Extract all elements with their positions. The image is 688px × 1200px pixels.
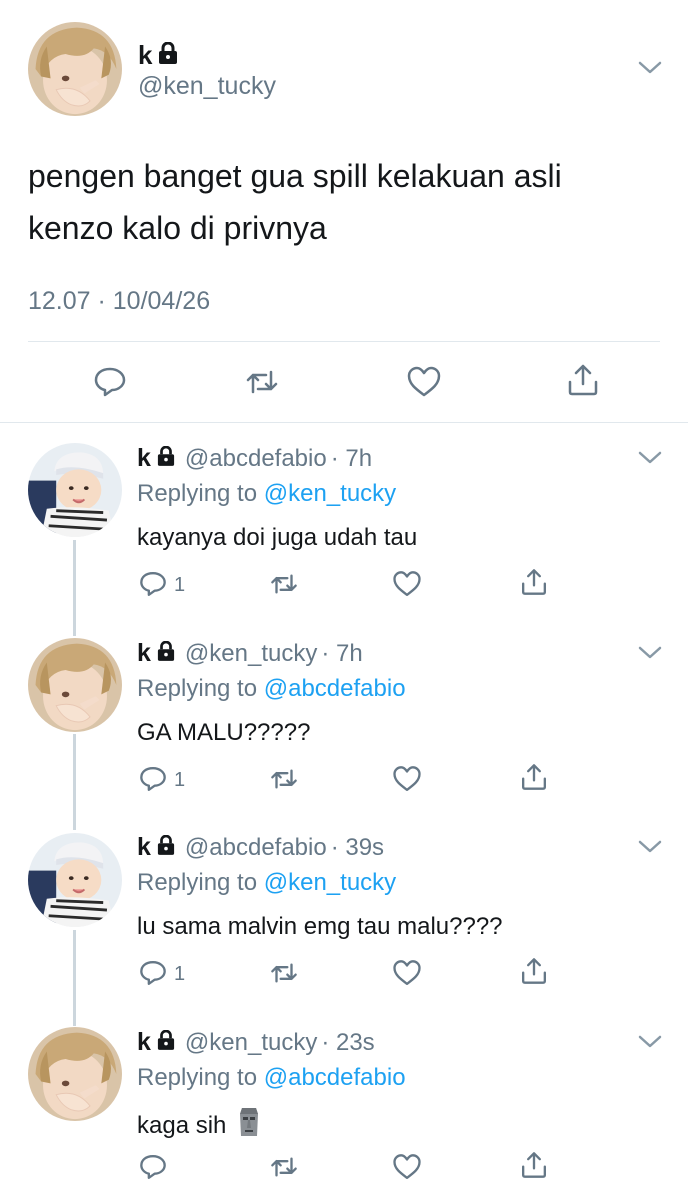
share-icon[interactable] (519, 567, 549, 597)
reply-icon[interactable] (138, 1152, 168, 1182)
like-icon[interactable] (406, 364, 442, 400)
share-icon[interactable] (519, 956, 549, 986)
reply-time: · 39s (330, 833, 385, 861)
lock-icon (157, 445, 175, 473)
reply-count: 1 (174, 769, 186, 791)
chevron-down-icon[interactable] (637, 1034, 663, 1050)
retweet-icon[interactable] (269, 1152, 299, 1182)
chevron-down-icon[interactable] (637, 645, 663, 661)
lock-icon (157, 1029, 175, 1057)
reply-author-name[interactable]: k (137, 639, 151, 668)
retweet-icon[interactable] (269, 958, 299, 988)
replying-to: Replying to @abcdefabio (137, 675, 406, 703)
moai-emoji (236, 1106, 262, 1145)
replying-to-label: Replying to (137, 869, 258, 896)
blonde-avatar[interactable] (28, 1027, 122, 1121)
chevron-down-icon[interactable] (637, 839, 663, 855)
thread-line (73, 734, 76, 830)
like-icon[interactable] (392, 1152, 422, 1182)
reply-author-name[interactable]: k (137, 1028, 151, 1057)
reply-author-name[interactable]: k (137, 444, 151, 473)
reply-text-content: kaga sih (137, 1111, 227, 1139)
replying-to-link[interactable]: @abcdefabio (264, 675, 406, 702)
replying-to: Replying to @ken_tucky (137, 480, 396, 508)
reply-author-handle[interactable]: @ken_tucky (185, 640, 317, 668)
like-icon[interactable] (392, 958, 422, 988)
reply-time: · 23s (321, 1028, 375, 1056)
reply-icon[interactable] (138, 958, 168, 988)
reply-author-handle[interactable]: @abcdefabio (185, 445, 327, 473)
divider (28, 341, 660, 342)
tweet-text-line: kenzo kalo di privnya (28, 210, 327, 246)
reply-header: k @ken_tucky · 23s (137, 1028, 375, 1057)
divider (0, 422, 688, 423)
replying-to-label: Replying to (137, 1064, 258, 1091)
replying-to: Replying to @abcdefabio (137, 1064, 406, 1092)
replying-to-link[interactable]: @ken_tucky (264, 480, 396, 507)
replying-to-link[interactable]: @ken_tucky (264, 869, 396, 896)
reply-icon[interactable] (138, 569, 168, 599)
author-avatar[interactable] (28, 22, 122, 116)
chevron-down-icon[interactable] (637, 60, 663, 76)
tweet-timestamp[interactable]: 12.07 · 10/04/26 (28, 287, 210, 316)
share-icon[interactable] (565, 362, 601, 398)
retweet-icon[interactable] (269, 764, 299, 794)
replying-to-label: Replying to (137, 675, 258, 702)
reply-author-name[interactable]: k (137, 833, 151, 862)
reply-header: k @abcdefabio · 7h (137, 444, 372, 473)
tweet-text: pengen banget gua spill kelakuan asli ke… (28, 150, 668, 254)
chevron-down-icon[interactable] (637, 450, 663, 466)
baby-avatar[interactable] (28, 833, 122, 927)
reply-text: lu sama malvin emg tau malu???? (137, 913, 503, 940)
lock-icon (158, 40, 178, 71)
reply-count: 1 (174, 963, 186, 985)
share-icon[interactable] (519, 762, 549, 792)
thread-line (73, 540, 76, 636)
author-name-text: k (138, 40, 153, 70)
replying-to-label: Replying to (137, 480, 258, 507)
replying-to-link[interactable]: @abcdefabio (264, 1064, 406, 1091)
author-name[interactable]: k (138, 40, 178, 71)
reply-icon[interactable] (138, 764, 168, 794)
reply-text: kayanya doi juga udah tau (137, 524, 418, 551)
share-icon[interactable] (519, 1150, 549, 1180)
replying-to: Replying to @ken_tucky (137, 869, 396, 897)
reply-author-handle[interactable]: @abcdefabio (185, 834, 327, 862)
blonde-avatar[interactable] (28, 638, 122, 732)
baby-avatar[interactable] (28, 443, 122, 537)
author-handle[interactable]: @ken_tucky (138, 72, 276, 101)
reply-count: 1 (174, 574, 186, 596)
lock-icon (157, 834, 175, 862)
like-icon[interactable] (392, 569, 422, 599)
reply-text: GA MALU????? (137, 719, 311, 746)
tweet-text-line: pengen banget gua spill kelakuan asli (28, 158, 562, 194)
reply-header: k @abcdefabio · 39s (137, 833, 384, 862)
reply-time: · 7h (321, 639, 363, 667)
retweet-icon[interactable] (269, 569, 299, 599)
lock-icon (157, 640, 175, 668)
reply-header: k @ken_tucky · 7h (137, 639, 363, 668)
like-icon[interactable] (392, 764, 422, 794)
thread-line (73, 930, 76, 1026)
reply-icon[interactable] (92, 364, 128, 400)
reply-text: kaga sih (137, 1106, 262, 1145)
reply-time: · 7h (330, 444, 373, 472)
reply-author-handle[interactable]: @ken_tucky (185, 1029, 317, 1057)
retweet-icon[interactable] (244, 364, 280, 400)
